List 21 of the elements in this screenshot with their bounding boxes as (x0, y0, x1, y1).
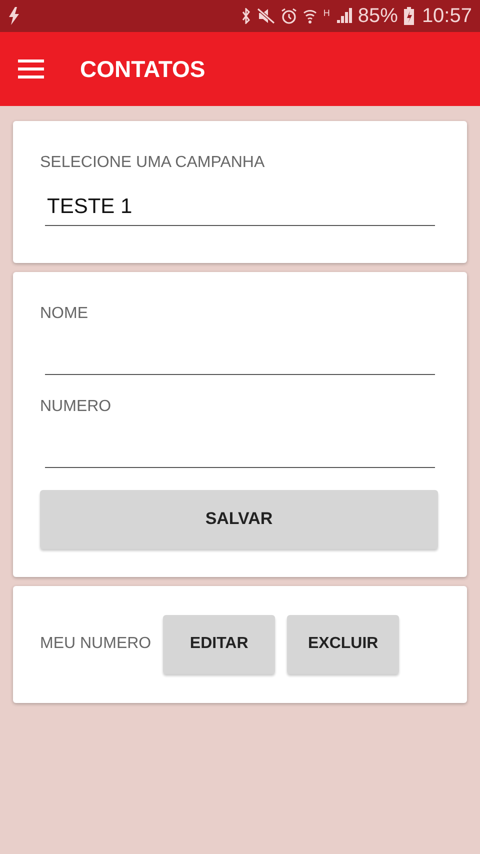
delete-button[interactable]: EXCLUIR (287, 614, 400, 674)
field-label: SELECIONE UMA CAMPANHA (40, 153, 266, 173)
edit-button[interactable]: EDITAR (163, 614, 276, 674)
network-label: H (323, 7, 330, 20)
wifi-icon (303, 8, 318, 24)
menu-icon (18, 58, 44, 79)
field-label: NOME (40, 304, 89, 324)
save-button[interactable]: SALVAR (40, 490, 438, 548)
signal-icon (336, 8, 352, 24)
alarm-icon (281, 8, 298, 24)
screen-title: CONTATOS (80, 54, 206, 84)
battery-icon (404, 7, 414, 25)
clock-time: 10:57 (422, 4, 472, 29)
campaign-field[interactable]: TESTE 1 (45, 191, 435, 226)
flash-icon (8, 7, 20, 25)
bluetooth-icon (241, 8, 252, 24)
field-label: NUMERO (40, 396, 112, 416)
mute-icon (257, 8, 276, 24)
menu-button[interactable] (18, 57, 44, 81)
field-label: MEU NUMERO (40, 634, 152, 654)
battery-percent: 85% (358, 4, 398, 29)
